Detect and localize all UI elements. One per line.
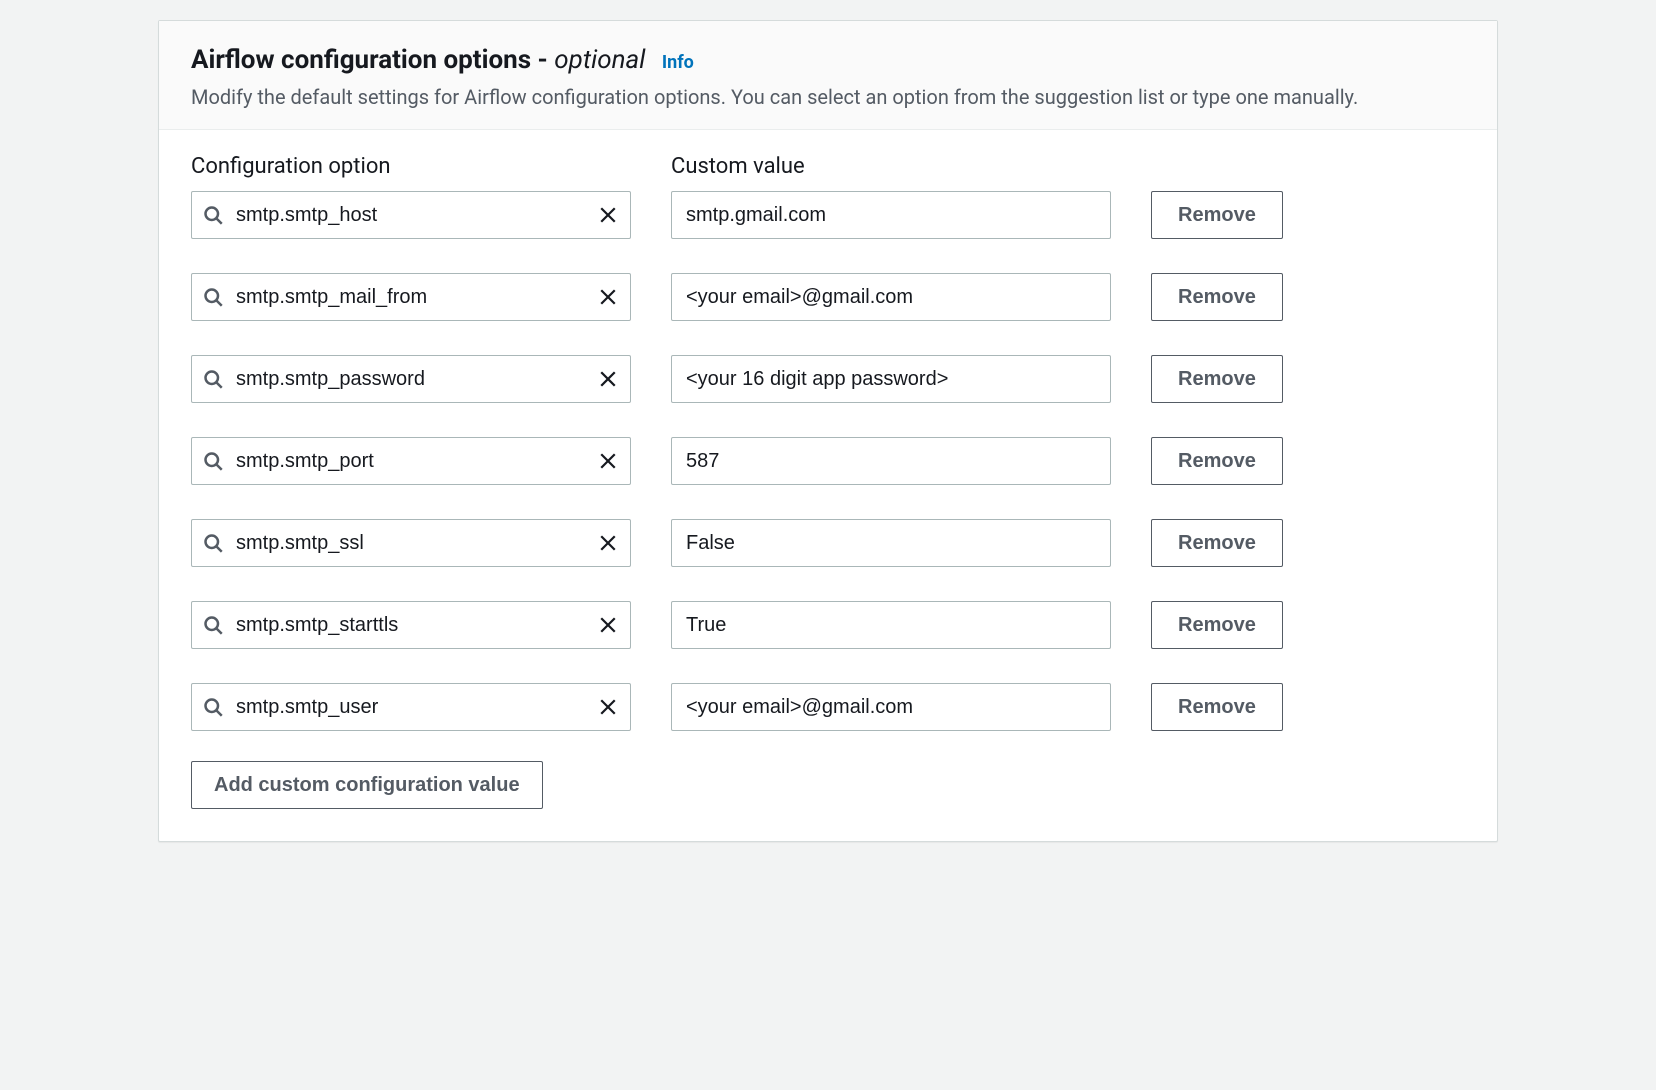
remove-button[interactable]: Remove	[1151, 683, 1283, 731]
option-input[interactable]	[191, 683, 631, 731]
panel-description: Modify the default settings for Airflow …	[191, 83, 1465, 111]
title-sep: -	[531, 45, 554, 75]
clear-icon[interactable]	[597, 286, 619, 308]
column-header-option: Configuration option	[191, 154, 631, 179]
option-input[interactable]	[191, 437, 631, 485]
column-headers: Configuration option Custom value	[191, 154, 1465, 179]
remove-button[interactable]: Remove	[1151, 273, 1283, 321]
config-row: Remove	[191, 519, 1465, 567]
option-input-wrap	[191, 355, 631, 403]
value-input-wrap	[671, 683, 1111, 731]
config-row: Remove	[191, 683, 1465, 731]
value-input[interactable]	[671, 683, 1111, 731]
config-row: Remove	[191, 355, 1465, 403]
clear-icon[interactable]	[597, 368, 619, 390]
option-input-wrap	[191, 191, 631, 239]
value-input[interactable]	[671, 355, 1111, 403]
clear-icon[interactable]	[597, 204, 619, 226]
option-input-wrap	[191, 519, 631, 567]
value-input-wrap	[671, 437, 1111, 485]
add-config-button[interactable]: Add custom configuration value	[191, 761, 543, 809]
value-input[interactable]	[671, 519, 1111, 567]
remove-button[interactable]: Remove	[1151, 437, 1283, 485]
option-input-wrap	[191, 273, 631, 321]
option-input-wrap	[191, 601, 631, 649]
value-input-wrap	[671, 273, 1111, 321]
option-input[interactable]	[191, 519, 631, 567]
option-input[interactable]	[191, 355, 631, 403]
remove-button[interactable]: Remove	[1151, 519, 1283, 567]
value-input-wrap	[671, 519, 1111, 567]
clear-icon[interactable]	[597, 450, 619, 472]
config-row: Remove	[191, 273, 1465, 321]
option-input[interactable]	[191, 273, 631, 321]
title-optional: optional	[554, 45, 645, 75]
value-input[interactable]	[671, 191, 1111, 239]
clear-icon[interactable]	[597, 614, 619, 636]
value-input-wrap	[671, 191, 1111, 239]
remove-button[interactable]: Remove	[1151, 191, 1283, 239]
value-input[interactable]	[671, 273, 1111, 321]
value-input[interactable]	[671, 437, 1111, 485]
option-input-wrap	[191, 683, 631, 731]
info-link[interactable]: Info	[662, 52, 694, 73]
value-input-wrap	[671, 355, 1111, 403]
option-input[interactable]	[191, 601, 631, 649]
clear-icon[interactable]	[597, 532, 619, 554]
config-row: Remove	[191, 191, 1465, 239]
title-main: Airflow configuration options	[191, 45, 531, 75]
value-input-wrap	[671, 601, 1111, 649]
remove-button[interactable]: Remove	[1151, 355, 1283, 403]
config-panel: Airflow configuration options - optional…	[158, 20, 1498, 842]
clear-icon[interactable]	[597, 696, 619, 718]
panel-title: Airflow configuration options - optional	[191, 45, 652, 75]
column-header-value: Custom value	[671, 154, 1111, 179]
remove-button[interactable]: Remove	[1151, 601, 1283, 649]
panel-header: Airflow configuration options - optional…	[159, 21, 1497, 130]
option-input[interactable]	[191, 191, 631, 239]
option-input-wrap	[191, 437, 631, 485]
panel-body: Configuration option Custom value	[159, 130, 1497, 841]
config-row: Remove	[191, 601, 1465, 649]
value-input[interactable]	[671, 601, 1111, 649]
config-row: Remove	[191, 437, 1465, 485]
